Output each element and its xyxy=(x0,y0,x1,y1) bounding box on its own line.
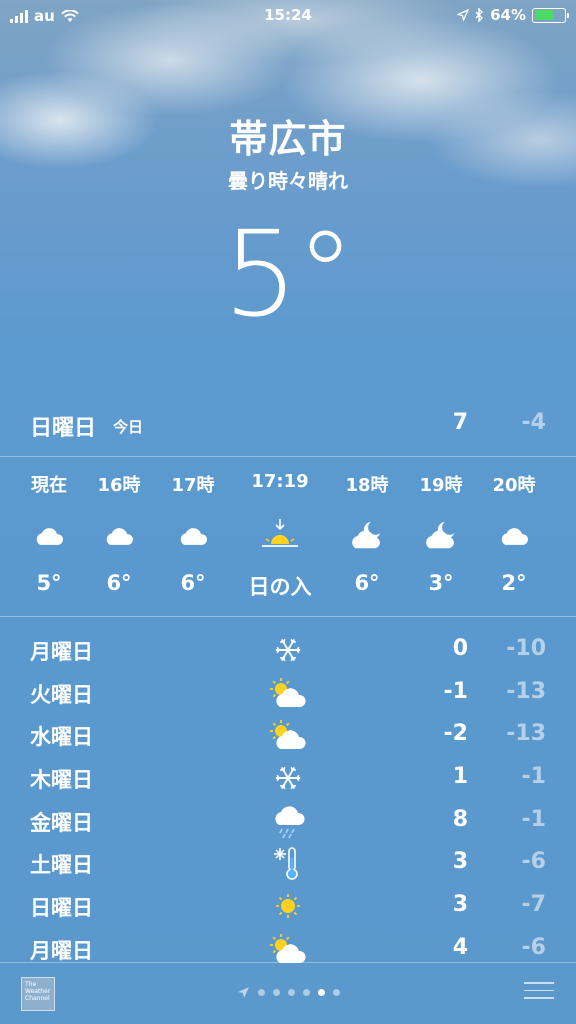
today-low: -4 xyxy=(521,410,546,435)
hourly-time: 17:19 xyxy=(251,471,309,492)
hourly-value: 日の入 xyxy=(248,575,312,599)
hourly-forecast[interactable]: 現在 5° 16時 6° 17時 6° 17:19 日の入 18時 6° 19時 xyxy=(0,457,576,617)
partly-sunny-icon xyxy=(268,717,308,753)
hourly-item: 20時 2° xyxy=(477,457,551,595)
location-arrow-icon xyxy=(237,987,249,998)
city-list-icon[interactable] xyxy=(524,982,554,1005)
page-dot[interactable] xyxy=(332,989,340,996)
sun-icon xyxy=(268,888,308,924)
rain-cloud-icon xyxy=(268,803,308,839)
cloud-moon-icon xyxy=(330,517,404,553)
location-arrow-icon xyxy=(457,9,470,21)
battery-icon xyxy=(532,7,569,23)
page-dot[interactable] xyxy=(317,989,325,996)
daily-high: 0 xyxy=(452,636,468,661)
today-high: 7 xyxy=(452,410,468,435)
daily-forecast[interactable]: 月曜日 0 -10 火曜日 -1 -13 水曜日 -2 -13 木曜日 1 -1… xyxy=(0,632,576,974)
bottom-bar: The Weather Channel xyxy=(0,962,576,1024)
sunset-icon xyxy=(243,517,317,553)
hourly-item: 19時 3° xyxy=(404,457,478,595)
hourly-time: 19時 xyxy=(419,475,463,496)
daily-low: -13 xyxy=(506,721,546,747)
daily-high: -1 xyxy=(443,678,468,704)
today-day: 日曜日 xyxy=(30,416,97,441)
hourly-value: 6° xyxy=(180,571,206,595)
hourly-item: 16時 6° xyxy=(82,457,156,595)
page-indicator[interactable] xyxy=(0,986,576,999)
cloud-icon xyxy=(156,517,230,553)
daily-high: -2 xyxy=(443,721,468,747)
hourly-value: 5° xyxy=(36,571,62,595)
daily-low: -13 xyxy=(506,678,546,704)
hourly-value: 6° xyxy=(106,571,132,595)
daily-high: 1 xyxy=(452,764,468,790)
hourly-time: 現在 xyxy=(31,475,67,496)
page-dot[interactable] xyxy=(272,989,280,996)
daily-day: 水曜日 xyxy=(30,725,93,750)
hourly-value: 6° xyxy=(354,571,380,595)
daily-high: 8 xyxy=(452,806,468,832)
hourly-time: 16時 xyxy=(97,475,141,496)
cloud-moon-icon xyxy=(404,517,478,553)
daily-day: 月曜日 xyxy=(30,938,93,963)
hourly-item: 18時 6° xyxy=(330,457,404,595)
hourly-item: 17:19 日の入 xyxy=(243,457,317,601)
current-temperature: 5° xyxy=(222,205,355,343)
daily-high: 4 xyxy=(452,934,468,960)
hourly-item: 17時 6° xyxy=(156,457,230,595)
snowflake-icon xyxy=(268,760,308,796)
today-label: 今日 xyxy=(113,418,144,436)
daily-low: -10 xyxy=(506,636,546,661)
daily-day: 金曜日 xyxy=(30,810,93,835)
daily-high: 3 xyxy=(452,892,468,918)
daily-low: -1 xyxy=(521,764,546,790)
hourly-time: 20時 xyxy=(492,475,536,496)
snow-icon xyxy=(551,517,576,553)
divider xyxy=(0,616,576,617)
daily-day: 月曜日 xyxy=(30,640,93,664)
page-dot[interactable] xyxy=(257,989,265,996)
daily-low: -6 xyxy=(521,849,546,875)
page-dot[interactable] xyxy=(287,989,295,996)
daily-row: 日曜日 3 -7 xyxy=(0,888,576,931)
daily-day: 火曜日 xyxy=(30,682,93,707)
daily-row: 月曜日 0 -10 xyxy=(0,632,576,675)
daily-high: 3 xyxy=(452,849,468,875)
partly-sunny-icon xyxy=(268,675,308,711)
hourly-time: 17時 xyxy=(171,475,215,496)
cloud-icon xyxy=(477,517,551,553)
battery-percent: 64% xyxy=(490,6,526,24)
hourly-item: 現在 5° xyxy=(12,457,86,595)
cold-thermometer-icon xyxy=(268,845,308,881)
cloud-icon xyxy=(82,517,156,553)
daily-row: 木曜日 1 -1 xyxy=(0,760,576,803)
status-bar: au 15:24 64% xyxy=(0,0,576,32)
daily-low: -7 xyxy=(521,892,546,918)
hourly-time: 2 xyxy=(551,471,576,495)
hourly-time: 18時 xyxy=(345,475,389,496)
hourly-value: 3° xyxy=(428,571,454,595)
daily-row: 金曜日 8 -1 xyxy=(0,803,576,846)
daily-day: 土曜日 xyxy=(30,853,93,878)
today-row: 日曜日 今日 7 -4 xyxy=(0,410,576,444)
bluetooth-icon xyxy=(475,8,484,22)
cloud-icon xyxy=(12,517,86,553)
daily-day: 日曜日 xyxy=(30,896,93,921)
daily-day: 木曜日 xyxy=(30,768,93,793)
daily-row: 土曜日 3 -6 xyxy=(0,845,576,888)
daily-row: 水曜日 -2 -13 xyxy=(0,717,576,760)
daily-low: -1 xyxy=(521,806,546,832)
page-dot[interactable] xyxy=(302,989,310,996)
weather-condition: 曇り時々晴れ xyxy=(228,169,348,193)
snowflake-icon xyxy=(268,632,308,668)
hourly-value: 2° xyxy=(501,571,527,595)
daily-low: -6 xyxy=(521,934,546,960)
city-name: 帯広市 xyxy=(229,117,347,161)
hourly-item: 2 xyxy=(551,457,576,571)
daily-row: 火曜日 -1 -13 xyxy=(0,675,576,718)
